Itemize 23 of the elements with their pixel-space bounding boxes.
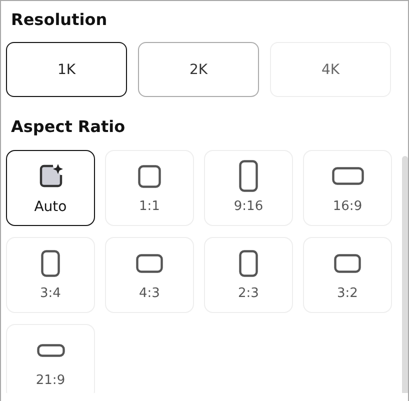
aspect-ratio-option[interactable]: 2:3 <box>204 237 293 313</box>
aspect-ratio-option[interactable]: 1:1 <box>105 150 194 226</box>
rectangle-icon <box>332 167 364 185</box>
aspect-ratio-option[interactable]: Auto <box>6 150 95 226</box>
rectangle-icon <box>138 164 161 188</box>
aspect-ratio-option[interactable]: 3:2 <box>303 237 392 313</box>
section-heading: Resolution <box>10 10 108 29</box>
scrollbar[interactable] <box>402 156 408 393</box>
aspect-ratio-option[interactable]: 21:9 <box>6 324 95 393</box>
resolution-option[interactable]: 1K <box>6 42 127 97</box>
aspect-ratio-option[interactable]: 9:16 <box>204 150 293 226</box>
aspect-ratio-option[interactable]: 16:9 <box>303 150 392 226</box>
rectangle-icon <box>239 160 258 192</box>
resolution-option[interactable]: 2K <box>138 42 259 97</box>
rectangle-icon <box>239 250 258 276</box>
rectangle-icon <box>334 254 361 272</box>
aspect-ratio-option[interactable]: 4:3 <box>105 237 194 313</box>
aspect-ratio-option[interactable]: 3:4 <box>6 237 95 313</box>
rectangle-icon <box>41 250 60 276</box>
rectangle-icon <box>136 254 163 272</box>
section-heading: Aspect Ratio <box>10 117 126 136</box>
rectangle-icon <box>36 344 64 356</box>
sparkle-frame-icon <box>38 163 64 189</box>
